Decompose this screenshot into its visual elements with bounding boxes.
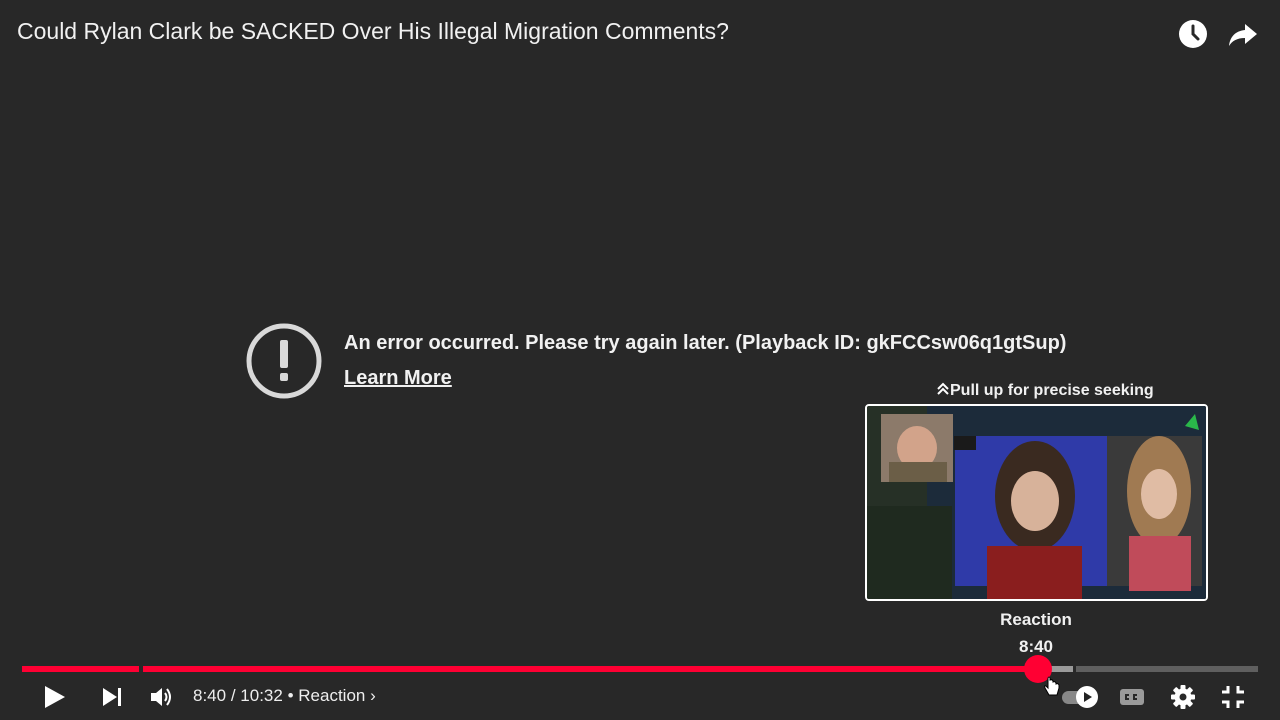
time-separator: / [230, 686, 236, 705]
next-icon[interactable] [100, 682, 126, 712]
autoplay-toggle[interactable] [1060, 682, 1102, 712]
learn-more-link[interactable]: Learn More [344, 367, 452, 390]
current-time: 8:40 [193, 686, 227, 705]
gear-icon[interactable] [1168, 682, 1198, 712]
progress-chapter-2-played[interactable] [143, 666, 1037, 672]
progress-bar[interactable] [22, 655, 1258, 683]
pull-up-hint: Pull up for precise seeking [936, 382, 1154, 400]
chevron-right-icon: › [370, 686, 376, 705]
captions-icon[interactable] [1117, 682, 1147, 712]
chapter-name[interactable]: Reaction [298, 686, 365, 705]
seek-preview-thumbnail [865, 404, 1208, 601]
double-chevron-up-icon [937, 382, 949, 395]
share-arrow-icon[interactable] [1227, 18, 1259, 50]
duration: 10:32 [240, 686, 283, 705]
exit-fullscreen-icon[interactable] [1218, 682, 1248, 712]
clock-icon[interactable] [1177, 18, 1209, 50]
progress-unplayed[interactable] [1076, 666, 1258, 672]
exclamation-circle-icon [246, 323, 322, 399]
time-display: 8:40 / 10:32 • Reaction › [193, 686, 376, 706]
progress-chapter-1-played[interactable] [22, 666, 139, 672]
hand-cursor-icon [1044, 676, 1060, 696]
pull-up-text: Pull up for precise seeking [950, 382, 1154, 399]
error-message: An error occurred. Please try again late… [344, 332, 1067, 354]
play-icon[interactable] [42, 682, 68, 712]
video-title: Could Rylan Clark be SACKED Over His Ill… [17, 18, 729, 44]
preview-chapter-label: Reaction [1000, 610, 1072, 629]
preview-time: 8:40 [1018, 637, 1054, 656]
volume-icon[interactable] [147, 682, 177, 712]
chapter-button[interactable]: Reaction › [298, 686, 376, 705]
chapter-dot: • [287, 686, 294, 705]
